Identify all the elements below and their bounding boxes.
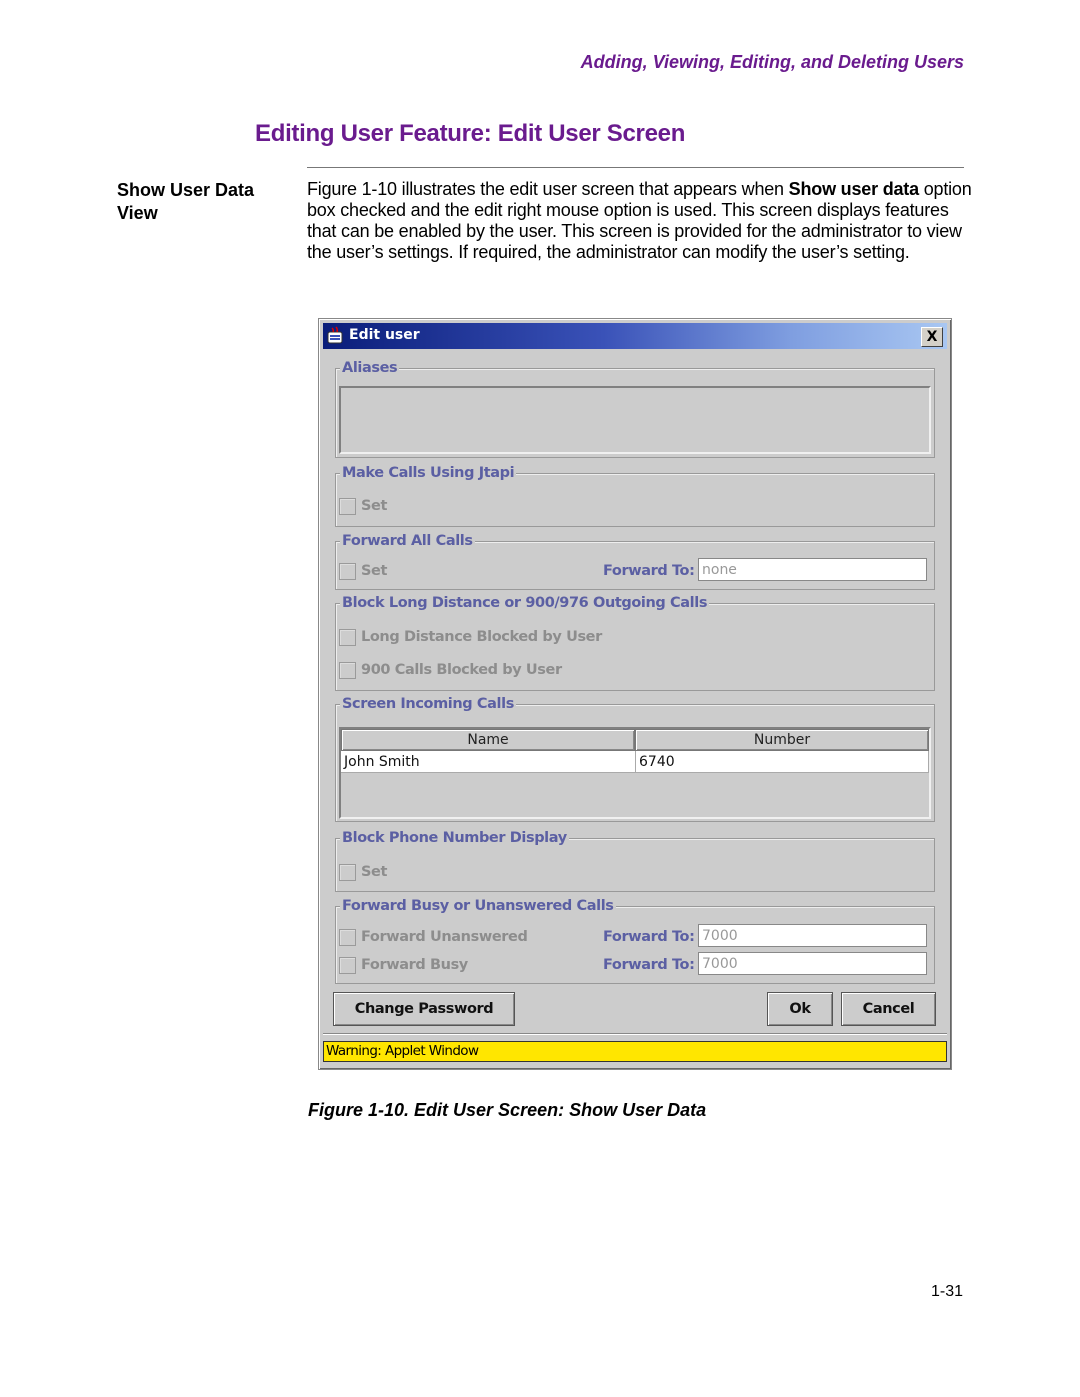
forward-unanswered-to-field[interactable]: 7000 xyxy=(698,924,927,947)
group-forward-all: Forward All Calls Set Forward To: none xyxy=(335,532,935,590)
legend-screen-incoming: Screen Incoming Calls xyxy=(340,695,516,713)
group-block-display: Block Phone Number Display Set xyxy=(335,829,935,892)
side-head-line-2: View xyxy=(117,203,158,223)
section-title: Editing User Feature: Edit User Screen xyxy=(255,120,686,147)
legend-block-long-distance: Block Long Distance or 900/976 Outgoing … xyxy=(340,594,710,612)
block-display-set-checkbox[interactable] xyxy=(339,864,356,881)
figure-caption: Figure 1-10. Edit User Screen: Show User… xyxy=(308,1100,707,1120)
forward-busy-to-label: Forward To: xyxy=(603,957,695,973)
block-display-set-label: Set xyxy=(361,864,388,880)
forward-all-to-field[interactable]: none xyxy=(698,558,927,581)
running-header: Adding, Viewing, Editing, and Deleting U… xyxy=(580,52,964,72)
body-text-pre: Figure 1-10 illustrates the edit user sc… xyxy=(307,179,789,199)
screen-incoming-table: Name Number John Smith 6740 xyxy=(339,727,931,819)
page-number: 1-31 xyxy=(930,1283,963,1300)
side-head: Show User Data View xyxy=(117,179,254,225)
edit-user-dialog: Edit user X Aliases Make Calls Using Jta… xyxy=(318,318,952,1070)
column-header-number[interactable]: Number xyxy=(635,729,929,751)
title-bar[interactable]: Edit user X xyxy=(323,323,947,349)
forward-unanswered-checkbox[interactable] xyxy=(339,929,356,946)
group-screen-incoming: Screen Incoming Calls Name Number John S… xyxy=(335,695,935,822)
table-cell-name[interactable]: John Smith xyxy=(341,751,636,773)
long-distance-blocked-checkbox[interactable] xyxy=(339,629,356,646)
close-button[interactable]: X xyxy=(921,327,943,347)
group-aliases: Aliases xyxy=(335,359,935,458)
group-jtapi: Make Calls Using Jtapi Set xyxy=(335,464,935,527)
change-password-button[interactable]: Change Password xyxy=(333,992,515,1026)
dialog-title: Edit user xyxy=(349,327,420,343)
group-forward-busy: Forward Busy or Unanswered Calls Forward… xyxy=(335,897,935,984)
group-block-long-distance: Block Long Distance or 900/976 Outgoing … xyxy=(335,594,935,691)
forward-all-set-label: Set xyxy=(361,563,388,579)
status-separator xyxy=(323,1033,947,1035)
forward-all-set-checkbox[interactable] xyxy=(339,563,356,580)
forward-busy-label: Forward Busy xyxy=(361,957,468,973)
cancel-button[interactable]: Cancel xyxy=(841,992,936,1026)
forward-busy-to-field[interactable]: 7000 xyxy=(698,952,927,975)
side-head-line-1: Show User Data xyxy=(117,180,255,200)
applet-warning-bar: Warning: Applet Window xyxy=(323,1041,947,1062)
legend-forward-busy: Forward Busy or Unanswered Calls xyxy=(340,897,616,915)
close-icon: X xyxy=(926,329,938,345)
body-text-bold: Show user data xyxy=(788,179,919,199)
forward-unanswered-to-label: Forward To: xyxy=(603,929,695,945)
column-header-name[interactable]: Name xyxy=(341,729,635,751)
table-cell-number[interactable]: 6740 xyxy=(636,751,929,773)
section-rule xyxy=(307,167,964,168)
legend-aliases: Aliases xyxy=(340,359,400,377)
forward-unanswered-label: Forward Unanswered xyxy=(361,929,528,945)
long-distance-blocked-label: Long Distance Blocked by User xyxy=(361,629,602,645)
aliases-list[interactable] xyxy=(339,386,931,454)
legend-forward-all: Forward All Calls xyxy=(340,532,475,550)
java-cup-icon xyxy=(327,326,343,344)
legend-block-display: Block Phone Number Display xyxy=(340,829,569,847)
legend-jtapi: Make Calls Using Jtapi xyxy=(340,464,517,482)
body-paragraph: Figure 1-10 illustrates the edit user sc… xyxy=(307,179,972,263)
forward-all-to-label: Forward To: xyxy=(603,563,695,579)
jtapi-set-label: Set xyxy=(361,498,388,514)
900-calls-blocked-checkbox[interactable] xyxy=(339,662,356,679)
900-calls-blocked-label: 900 Calls Blocked by User xyxy=(361,662,562,678)
forward-busy-checkbox[interactable] xyxy=(339,957,356,974)
ok-button[interactable]: Ok xyxy=(767,992,833,1026)
jtapi-set-checkbox[interactable] xyxy=(339,498,356,515)
